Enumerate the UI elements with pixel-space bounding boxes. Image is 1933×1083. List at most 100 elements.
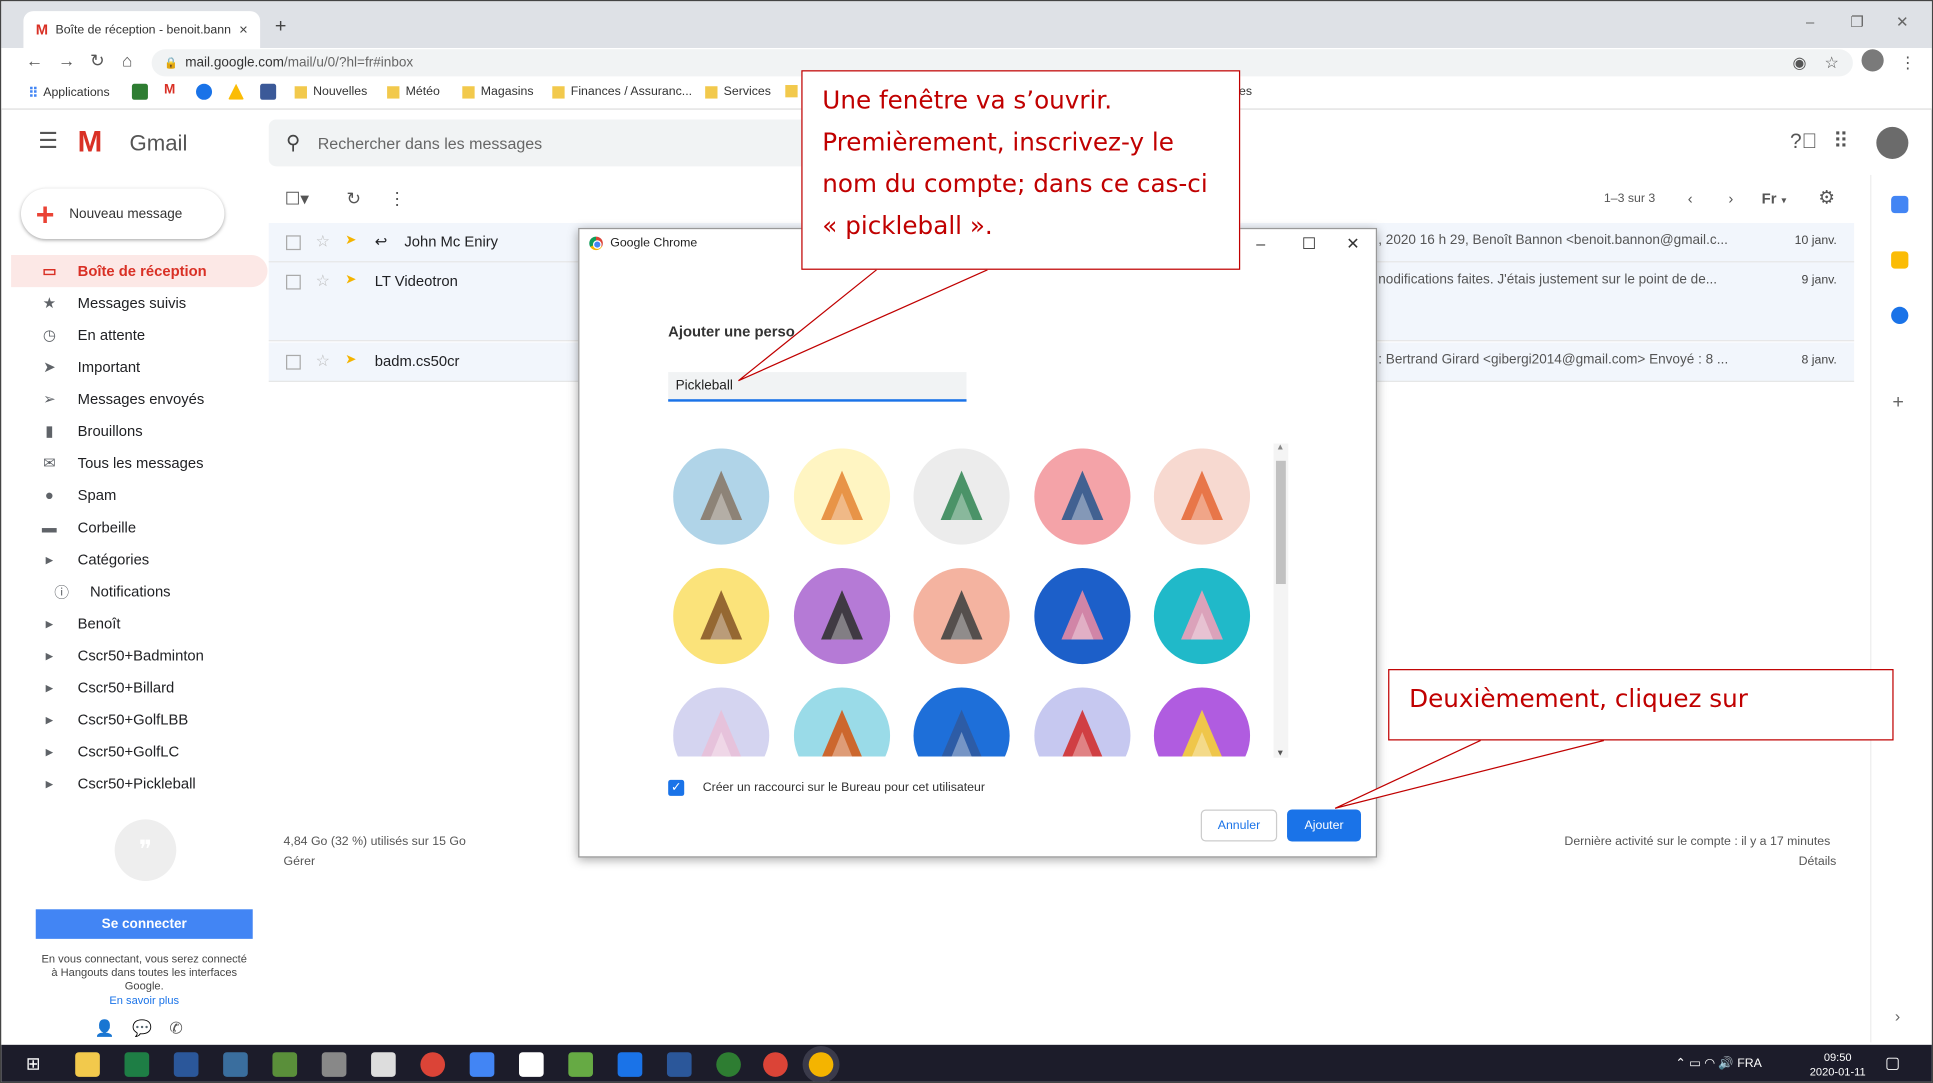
reload-icon[interactable]: ↻: [90, 51, 104, 72]
sidebar-item-benoit[interactable]: ▸ Benoît: [11, 607, 267, 639]
keep-icon[interactable]: [1891, 251, 1909, 269]
star-icon[interactable]: ☆: [316, 232, 330, 252]
sidebar-item-spam[interactable]: ● Spam: [11, 479, 267, 511]
avatar-cat-icon[interactable]: [673, 448, 770, 545]
todo-icon[interactable]: [617, 1052, 643, 1077]
settings-gear-icon[interactable]: ⚙: [1818, 186, 1835, 208]
avatar-elephant-icon[interactable]: [1033, 448, 1130, 545]
chevron-down-icon[interactable]: ▾: [1781, 195, 1786, 206]
system-tray[interactable]: ⌃ ▭ ◠ 🔊 FRA: [1675, 1057, 1761, 1071]
bookmark-meteo[interactable]: Météo: [387, 85, 440, 99]
calendar-icon[interactable]: [1891, 195, 1909, 214]
forward-arrow-icon[interactable]: →: [58, 51, 75, 71]
facebook-icon[interactable]: [260, 83, 277, 100]
hangouts-learn-more-link[interactable]: En savoir plus: [38, 994, 250, 1006]
person-icon[interactable]: 👤: [95, 1019, 115, 1037]
scroll-down-icon[interactable]: ▼: [1276, 749, 1285, 758]
sidebar-item-golflc[interactable]: ▸ Cscr50+GolfLC: [11, 736, 267, 768]
dialog-maximize-button[interactable]: ☐: [1302, 234, 1316, 254]
important-marker-icon[interactable]: ➤: [345, 271, 356, 287]
manage-storage-link[interactable]: Gérer: [284, 855, 316, 869]
drive-icon[interactable]: [228, 83, 245, 100]
dialog-close-button[interactable]: ✕: [1346, 234, 1359, 254]
back-arrow-icon[interactable]: ←: [26, 51, 43, 71]
avatar-cheese-icon[interactable]: [1153, 687, 1251, 757]
word-icon[interactable]: [173, 1052, 199, 1077]
chrome-icon[interactable]: [420, 1052, 446, 1077]
avatar-scrollbar[interactable]: ▲ ▼: [1273, 443, 1289, 758]
important-marker-icon[interactable]: ➤: [345, 232, 356, 248]
tab-close-button[interactable]: ×: [239, 21, 248, 38]
row-checkbox[interactable]: [286, 274, 301, 290]
bookmark-applications[interactable]: ⠿ Applications: [28, 85, 109, 101]
account-avatar[interactable]: [1876, 126, 1909, 159]
calendar-app-icon[interactable]: [469, 1052, 495, 1077]
menu-dots-icon[interactable]: ⋮: [1900, 53, 1916, 73]
details-link[interactable]: Détails: [1799, 855, 1837, 869]
search-icon[interactable]: ⚲: [286, 131, 300, 156]
avatar-dragon-icon[interactable]: [913, 448, 1010, 545]
sidebar-item-pickleball[interactable]: ▸ Cscr50+Pickleball: [11, 768, 267, 800]
search-input[interactable]: Rechercher dans les messages: [318, 134, 542, 152]
compose-button[interactable]: + Nouveau message: [20, 188, 225, 240]
avatar-panda-icon[interactable]: [793, 567, 890, 665]
phone-icon[interactable]: ✆: [169, 1019, 182, 1037]
avatar-bicycle-icon[interactable]: [913, 687, 1010, 757]
add-addon-icon[interactable]: +: [1892, 392, 1904, 414]
more-options-icon[interactable]: ⋮: [388, 189, 405, 210]
spreadsheet-icon[interactable]: [272, 1052, 298, 1077]
refresh-icon[interactable]: ↻: [346, 189, 360, 210]
window-close-button[interactable]: ✕: [1896, 14, 1908, 31]
gmail-bookmark-icon[interactable]: M: [163, 82, 180, 99]
tasks-icon[interactable]: [1891, 306, 1909, 325]
sidebar-item-starred[interactable]: ★ Messages suivis: [11, 287, 267, 319]
paint-icon[interactable]: [321, 1052, 347, 1077]
excel-icon[interactable]: [124, 1052, 150, 1077]
windows-start-icon[interactable]: ⊞: [26, 1053, 40, 1074]
prev-page-icon[interactable]: ‹: [1688, 190, 1693, 207]
eye-icon[interactable]: ◉: [1792, 53, 1806, 73]
home-icon[interactable]: ⌂: [122, 51, 132, 71]
cancel-button[interactable]: Annuler: [1200, 809, 1278, 842]
scroll-up-icon[interactable]: ▲: [1276, 444, 1285, 453]
tasks-app-icon[interactable]: [568, 1052, 593, 1077]
add-button[interactable]: Ajouter: [1287, 809, 1362, 842]
select-all-checkbox[interactable]: ☐▾: [285, 189, 309, 210]
calculator-icon[interactable]: [371, 1052, 396, 1077]
maps-icon[interactable]: [131, 83, 148, 100]
bookmark-truncated[interactable]: es: [1239, 85, 1252, 99]
word-doc-icon[interactable]: [666, 1052, 692, 1077]
next-page-icon[interactable]: ›: [1728, 190, 1733, 207]
apps-grid-icon[interactable]: ⠿: [1833, 129, 1848, 154]
sidebar-item-all-mail[interactable]: ✉ Tous les messages: [11, 447, 267, 479]
window-minimize-button[interactable]: –: [1806, 14, 1814, 31]
sidebar-item-snoozed[interactable]: ◷ En attente: [11, 319, 267, 351]
calculator-app-icon[interactable]: [223, 1052, 248, 1077]
sidebar-item-notifications[interactable]: ⓘ Notifications: [11, 575, 267, 607]
input-language-button[interactable]: Fr: [1762, 190, 1777, 207]
sidebar-item-important[interactable]: ➤ Important: [11, 351, 267, 383]
avatar-basketball-icon[interactable]: [793, 687, 890, 757]
account-icon[interactable]: [196, 83, 213, 100]
avatar-butterfly-icon[interactable]: [1033, 567, 1130, 665]
avatar-penguin-icon[interactable]: [913, 567, 1010, 665]
notification-center-icon[interactable]: ▢: [1885, 1053, 1900, 1073]
sidebar-item-sent[interactable]: ➢ Messages envoyés: [11, 383, 267, 415]
chrome-profile-icon[interactable]: [763, 1052, 788, 1077]
row-checkbox[interactable]: [286, 235, 301, 251]
main-menu-icon[interactable]: ☰: [38, 128, 58, 154]
bookmark-services[interactable]: Services: [705, 85, 771, 99]
important-marker-icon[interactable]: ➤: [345, 351, 356, 367]
people-icon[interactable]: [519, 1052, 544, 1077]
desktop-shortcut-checkbox[interactable]: ✓: [668, 779, 685, 796]
sidebar-item-drafts[interactable]: ▮ Brouillons: [11, 415, 267, 447]
sidebar-item-billard[interactable]: ▸ Cscr50+Billard: [11, 671, 267, 703]
star-icon[interactable]: ☆: [316, 271, 330, 291]
sidebar-item-badminton[interactable]: ▸ Cscr50+Badminton: [11, 639, 267, 671]
sidebar-item-inbox[interactable]: ▭ Boîte de réception: [11, 255, 268, 288]
profile-name-input[interactable]: [668, 372, 967, 402]
scrollbar-thumb[interactable]: [1275, 460, 1286, 585]
file-explorer-icon[interactable]: [75, 1052, 100, 1077]
avatar-fox-icon[interactable]: [1153, 448, 1251, 545]
sidebar-item-trash[interactable]: ▬ Corbeille: [11, 511, 267, 543]
